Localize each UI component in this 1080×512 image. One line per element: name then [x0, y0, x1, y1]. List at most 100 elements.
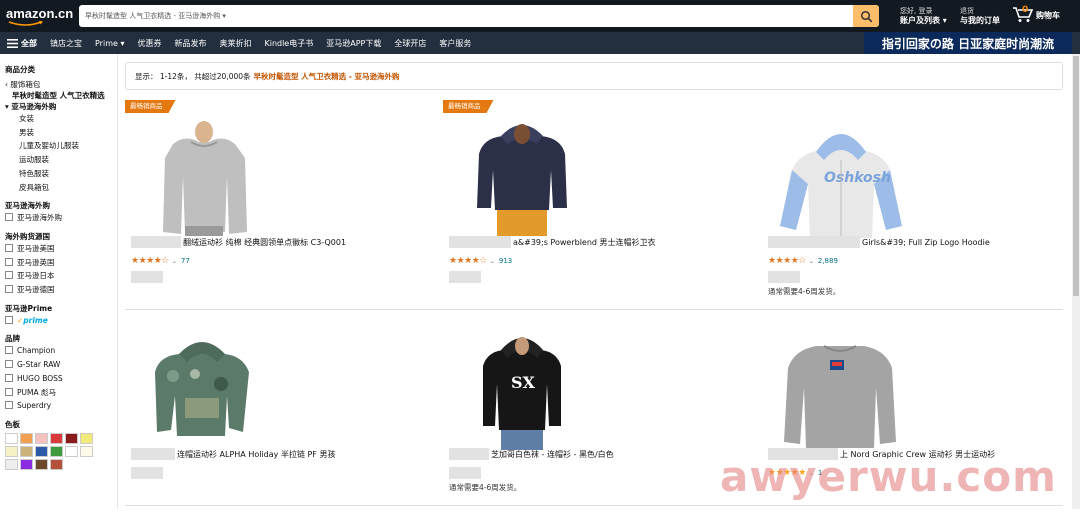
returns-label: 退货	[960, 7, 974, 15]
search-input[interactable]	[229, 5, 853, 27]
chevron-down-icon[interactable]: ⌄	[172, 258, 177, 265]
checkbox[interactable]	[5, 387, 13, 396]
color-swatch[interactable]	[35, 432, 48, 444]
nav-item-deals[interactable]: 镇店之宝	[50, 38, 82, 49]
bestseller-badge: 最畅销商品	[443, 100, 494, 113]
subcategory-item[interactable]: 皮具箱包	[5, 181, 117, 195]
checkbox[interactable]	[5, 346, 13, 355]
shipping-info: 通常需要4-6周发货。	[449, 483, 522, 492]
checkbox[interactable]	[5, 285, 13, 294]
subcategory-item[interactable]: 儿童及婴幼儿服装	[5, 139, 117, 153]
product-title[interactable]: 翻绒运动衫 纯棉 经典圆领单点徽标 C3-Q001	[131, 236, 346, 248]
back-category-link[interactable]: ‹ 服饰箱包	[5, 79, 117, 90]
color-swatch[interactable]	[5, 458, 18, 470]
product-card[interactable]: 连帽运动衫 ALPHA Holiday 半拉链 PF 男孩	[125, 312, 435, 512]
brand-filter[interactable]: PUMA 彪马	[5, 386, 117, 400]
brand-filter[interactable]: G-Star RAW	[5, 358, 117, 372]
nav-item-outlet[interactable]: 奥莱折扣	[219, 38, 251, 49]
rating-count[interactable]: 77	[181, 257, 190, 265]
blurred-price	[131, 467, 163, 479]
color-swatch[interactable]	[65, 445, 78, 457]
nav-item-customer-service[interactable]: 客户服务	[439, 38, 471, 49]
chevron-down-icon[interactable]: ⌄	[490, 258, 495, 265]
source-filter[interactable]: 亚马逊日本	[5, 269, 117, 283]
checkbox[interactable]	[5, 271, 13, 280]
product-rating[interactable]: ★★★★☆ ⌄ 2,889	[768, 256, 838, 266]
color-swatch[interactable]	[65, 432, 78, 444]
subcategory-item[interactable]: 男装	[5, 126, 117, 140]
brand-filter[interactable]: HUGO BOSS	[5, 372, 117, 386]
source-filter[interactable]: 亚马逊美国	[5, 242, 117, 256]
nav-item-global-selling[interactable]: 全球开店	[394, 38, 426, 49]
checkbox[interactable]	[5, 243, 13, 252]
product-image[interactable]: SX	[443, 326, 603, 451]
all-menu-button[interactable]: 全部	[7, 38, 37, 49]
product-title[interactable]: 芝加哥白色袜 - 连帽衫 - 黑色/白色	[449, 448, 614, 460]
color-swatch[interactable]	[5, 445, 18, 457]
checkbox[interactable]	[5, 315, 13, 324]
account-menu[interactable]: 您好, 登录 账户及列表 ▾	[900, 6, 947, 26]
product-image[interactable]	[125, 114, 285, 239]
product-rating[interactable]: ★★★★☆ ⌄ 77	[131, 256, 190, 266]
nav-item-prime[interactable]: Prime ▾	[95, 39, 124, 48]
checkbox[interactable]	[5, 257, 13, 266]
watermark-logo: awyerwu.com	[720, 452, 1057, 501]
product-title[interactable]: a&#39;s Powerblend 男士连帽衫卫衣	[449, 236, 656, 248]
product-card[interactable]: 最畅销商品 a&#39;s Powerblend 男士连帽衫卫衣 ★★★★☆ ⌄ 9…	[443, 100, 753, 300]
nav-item-coupons[interactable]: 优惠券	[137, 38, 161, 49]
product-image[interactable]	[125, 326, 285, 451]
product-card[interactable]: SX 芝加哥白色袜 - 连帽衫 - 黑色/白色 通常需要4-6周发货。	[443, 312, 753, 512]
color-swatch[interactable]	[80, 432, 93, 444]
color-swatch[interactable]	[5, 432, 18, 444]
product-image[interactable]	[762, 326, 922, 451]
rating-count[interactable]: 913	[499, 257, 512, 265]
subcategory-heading[interactable]: ▾ 亚马逊海外购	[5, 101, 117, 112]
product-title[interactable]: Girls&#39; Full Zip Logo Hoodie	[768, 236, 990, 248]
color-swatch[interactable]	[35, 458, 48, 470]
product-image[interactable]: Oshkosh	[762, 114, 922, 239]
search-scope-dropdown[interactable]: 早秋时髦造型 人气卫衣精选 - 亚马逊海外购 ▾	[79, 5, 229, 27]
color-swatch[interactable]	[80, 445, 93, 457]
orders-link[interactable]: 退货 与我的订单	[960, 6, 1000, 26]
product-title[interactable]: 连帽运动衫 ALPHA Holiday 半拉链 PF 男孩	[131, 448, 335, 460]
nav-item-new-releases[interactable]: 新品发布	[174, 38, 206, 49]
color-swatch[interactable]	[20, 445, 33, 457]
product-rating[interactable]: ★★★★☆ ⌄ 913	[449, 256, 512, 266]
color-swatch[interactable]	[20, 432, 33, 444]
color-swatch[interactable]	[35, 445, 48, 457]
checkbox[interactable]	[5, 213, 13, 222]
blurred-brand	[131, 236, 181, 248]
color-swatch[interactable]	[50, 458, 63, 470]
subcategory-item[interactable]: 运动服装	[5, 153, 117, 167]
nav-item-kindle[interactable]: Kindle电子书	[264, 38, 313, 49]
brand-filter[interactable]: Superdry	[5, 399, 117, 413]
source-filter[interactable]: 亚马逊英国	[5, 256, 117, 270]
product-image[interactable]	[443, 114, 603, 239]
brand-filter[interactable]: Champion	[5, 344, 117, 358]
color-swatch[interactable]	[20, 458, 33, 470]
chevron-down-icon[interactable]: ⌄	[809, 258, 814, 265]
haiwai-filter[interactable]: 亚马逊海外购	[5, 211, 117, 225]
page-scrollbar[interactable]	[1072, 54, 1080, 509]
checkbox[interactable]	[5, 401, 13, 410]
promo-banner[interactable]: 指引回家の路 日亚家庭时尚潮流	[864, 32, 1072, 54]
checkbox[interactable]	[5, 360, 13, 369]
scrollbar-thumb[interactable]	[1073, 56, 1079, 296]
rating-count[interactable]: 2,889	[818, 257, 838, 265]
color-swatch[interactable]	[50, 445, 63, 457]
results-query: 早秋时髦造型 人气卫衣精选 - 亚马逊海外购	[253, 71, 400, 81]
checkbox[interactable]	[5, 373, 13, 382]
source-filter[interactable]: 亚马逊德国	[5, 283, 117, 297]
subcategory-item[interactable]: 女装	[5, 112, 117, 126]
bestseller-badge: 最畅销商品	[125, 100, 176, 113]
amazon-logo[interactable]: amazon.cn	[6, 6, 73, 28]
product-card[interactable]: Oshkosh Girls&#39; Full Zip Logo Hoodie …	[762, 100, 1072, 300]
color-swatch[interactable]	[50, 432, 63, 444]
prime-filter[interactable]: ✓prime	[5, 314, 117, 328]
subcategory-item[interactable]: 特色服装	[5, 167, 117, 181]
search-button[interactable]	[853, 5, 879, 27]
nav-item-app-download[interactable]: 亚马逊APP下载	[326, 38, 381, 49]
cart-button[interactable]: 0 购物车	[1012, 5, 1060, 23]
blurred-brand	[449, 236, 511, 248]
product-card[interactable]: 最畅销商品 翻绒运动衫 纯棉 经典圆领单点徽标 C3-Q001 ★★★★☆ ⌄ 77	[125, 100, 435, 300]
